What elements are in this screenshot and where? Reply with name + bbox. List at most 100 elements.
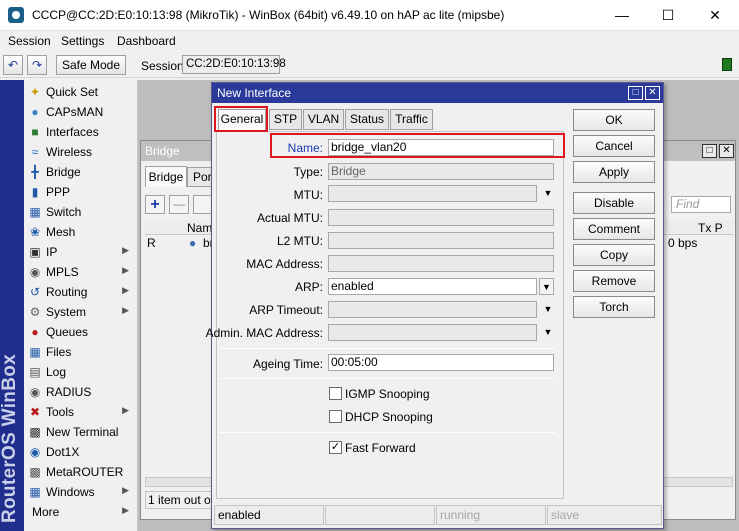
sidebar-item-mesh[interactable]: ❀ Mesh [24,222,137,242]
add-button[interactable]: + [145,195,165,214]
menu-settings[interactable]: Settings [61,34,104,48]
disable-button[interactable]: Disable [573,192,655,214]
sidebar-item-label: Quick Set [46,85,99,99]
routing-icon: ↺ [29,285,41,299]
arp-timeout-input[interactable] [328,301,537,318]
mac-address-value [328,255,554,272]
sidebar-item-label: Switch [46,205,82,219]
sidebar-item-more[interactable]: More ▶ [24,502,137,522]
arp-dropdown-icon[interactable]: ▼ [539,278,554,295]
status-empty [325,505,435,525]
sidebar-item-tools[interactable]: ✖ Tools ▶ [24,402,137,422]
sidebar-item-mpls[interactable]: ◉ MPLS ▶ [24,262,137,282]
sidebar-item-queues[interactable]: ● Queues [24,322,137,342]
remove-button[interactable]: Remove [573,270,655,292]
ageing-time-input[interactable]: 00:05:00 [328,354,554,371]
igmp-snooping-label: IGMP Snooping [345,387,430,401]
tab-traffic[interactable]: Traffic [390,109,433,130]
session-label: Session: [141,59,188,73]
name-label: Name: [287,141,323,155]
new-interface-dialog: New Interface □ ✕ General STP VLAN Statu… [206,82,664,529]
dialog-restore-icon[interactable]: □ [628,86,643,100]
igmp-snooping-checkbox[interactable] [329,387,342,400]
name-input[interactable]: bridge_vlan20 [328,139,554,156]
remove-button[interactable]: — [169,195,189,214]
mtu-dropdown-icon[interactable]: ▼ [541,185,555,202]
sidebar-item-label: Wireless [46,145,93,159]
maximize-icon[interactable]: ☐ [645,0,691,31]
fast-forward-checkbox[interactable]: ✓ [329,441,342,454]
dhcp-snooping-checkbox[interactable] [329,410,342,423]
ppp-icon: ▮ [31,185,39,199]
row-tx: 0 bps [668,236,698,250]
comment-button[interactable]: Comment [573,218,655,240]
sidebar-item-metarouter[interactable]: ▩ MetaROUTER [24,462,137,482]
col-tx[interactable]: Tx P [698,221,723,235]
arp-timeout-dropdown-icon[interactable]: ▼ [541,301,555,318]
sidebar-item-interfaces[interactable]: ■ Interfaces [24,122,137,142]
window-title-bar: CCCP@CC:2D:E0:10:13:98 (MikroTik) - WinB… [0,0,739,31]
restore-icon[interactable]: □ [702,144,717,158]
safe-mode-button[interactable]: Safe Mode [56,55,126,75]
submenu-arrow-icon: ▶ [122,265,129,275]
copy-button[interactable]: Copy [573,244,655,266]
status-indicator [722,58,732,71]
sidebar-item-windows[interactable]: ▦ Windows ▶ [24,482,137,502]
dialog-title: New Interface [212,83,663,103]
undo-button[interactable]: ↶ [3,55,23,75]
actual-mtu-label: Actual MTU: [256,211,323,225]
sidebar-item-label: Log [46,365,67,379]
sidebar-item-label: Queues [46,325,89,339]
torch-button[interactable]: Torch [573,296,655,318]
wand-icon: ✦ [29,85,41,99]
folder-icon: ▦ [29,345,41,359]
capsman-icon: ● [31,105,39,119]
arp-label: ARP: [294,280,323,294]
mac-address-label: MAC Address: [246,257,323,271]
sidebar-item-quick-set[interactable]: ✦ Quick Set [24,82,137,102]
sidebar-item-dot1x[interactable]: ◉ Dot1X [24,442,137,462]
mpls-icon: ◉ [29,265,41,279]
sidebar-item-bridge[interactable]: ╋ Bridge [24,162,137,182]
divider [220,348,555,349]
sidebar-item-label: More [32,505,60,519]
sidebar-item-label: Bridge [46,165,81,179]
sidebar-item-routing[interactable]: ↺ Routing ▶ [24,282,137,302]
arp-select[interactable]: enabled [328,278,537,295]
apply-button[interactable]: Apply [573,161,655,183]
sidebar-item-log[interactable]: ▤ Log [24,362,137,382]
menu-dashboard[interactable]: Dashboard [117,34,176,48]
admin-mac-input[interactable] [328,324,537,341]
sidebar-item-files[interactable]: ▦ Files [24,342,137,362]
admin-mac-dropdown-icon[interactable]: ▼ [541,324,555,341]
menu-session[interactable]: Session [8,34,51,48]
tab-vlan[interactable]: VLAN [303,109,344,130]
sidebar-item-wireless[interactable]: ≈ Wireless [24,142,137,162]
tab-general[interactable]: General [218,109,266,131]
cancel-button[interactable]: Cancel [573,135,655,157]
sidebar-item-switch[interactable]: ▦ Switch [24,202,137,222]
tab-bridge[interactable]: Bridge [145,166,187,187]
status-running: running [436,505,546,525]
sidebar-item-label: Windows [46,485,95,499]
bridge-close-icon[interactable]: ✕ [719,144,734,158]
mtu-input[interactable] [328,185,537,202]
sidebar-item-capsman[interactable]: ● CAPsMAN [24,102,137,122]
tab-stp[interactable]: STP [269,109,302,130]
close-icon[interactable]: ✕ [692,0,738,31]
session-value: CC:2D:E0:10:13:98 [182,55,286,74]
dialog-close-icon[interactable]: ✕ [645,86,660,100]
find-input[interactable]: Find [671,196,731,213]
sidebar-item-ppp[interactable]: ▮ PPP [24,182,137,202]
minimize-icon[interactable]: — [599,0,645,31]
tab-status[interactable]: Status [345,109,389,130]
redo-icon: ↷ [31,58,43,72]
undo-icon: ↶ [7,58,19,72]
redo-button[interactable]: ↷ [27,55,47,75]
sidebar-item-new-terminal[interactable]: ▩ New Terminal [24,422,137,442]
sidebar-item-system[interactable]: ⚙ System ▶ [24,302,137,322]
ok-button[interactable]: OK [573,109,655,131]
enable-button[interactable] [193,195,213,214]
sidebar-item-ip[interactable]: ▣ IP ▶ [24,242,137,262]
sidebar-item-radius[interactable]: ◉ RADIUS [24,382,137,402]
